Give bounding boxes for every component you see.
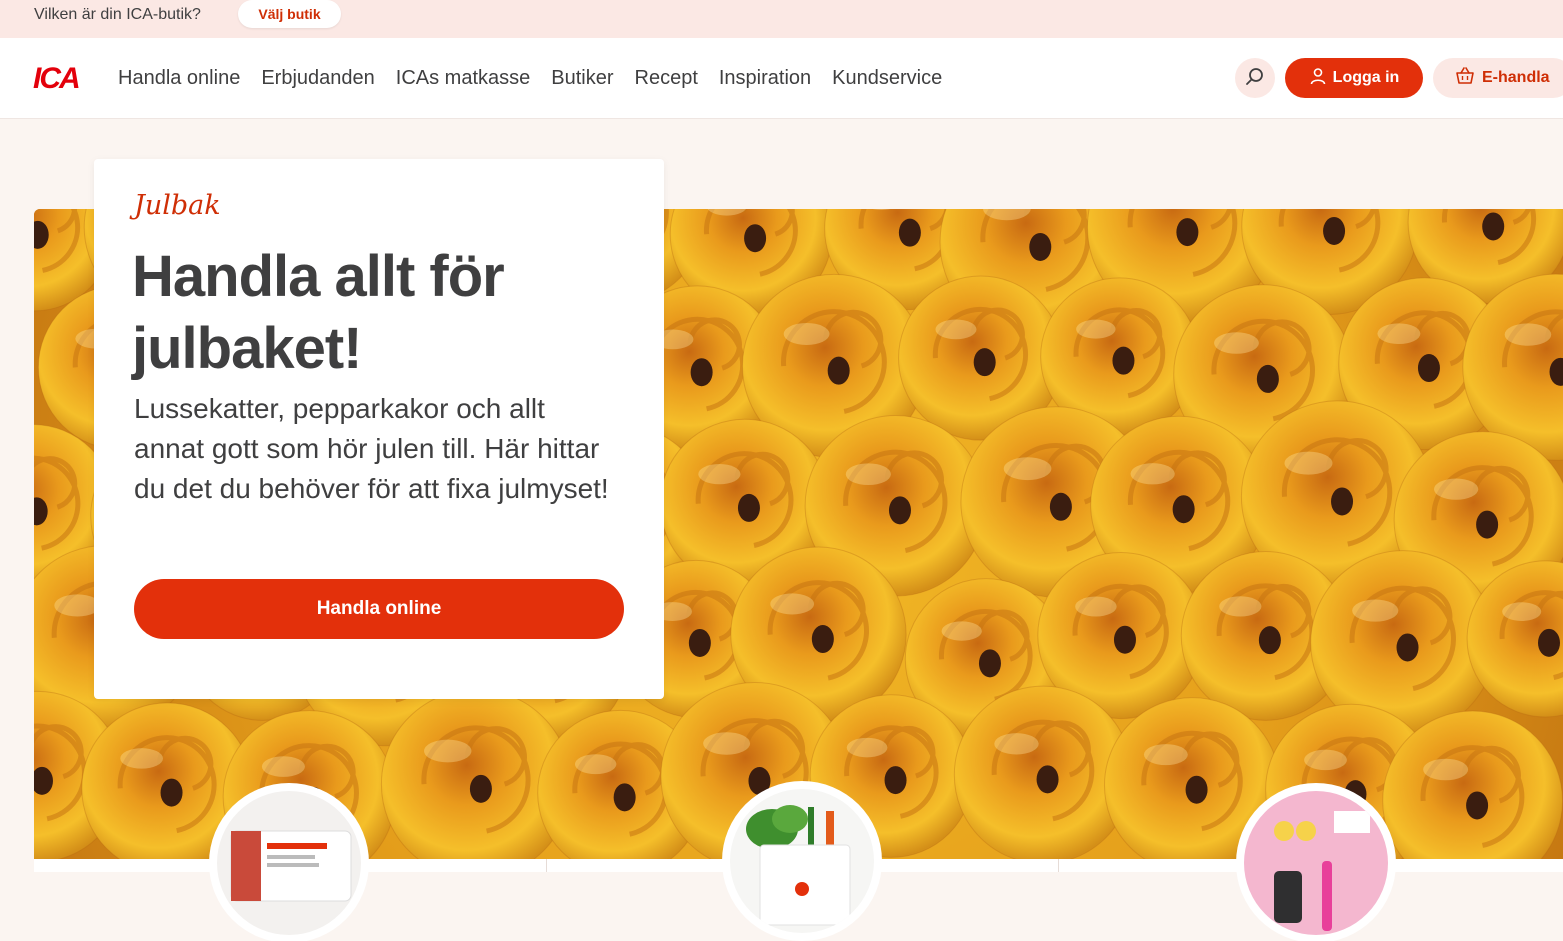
grocery-bag-thumb[interactable]: [724, 783, 880, 939]
nav-icas-matkasse[interactable]: ICAs matkasse: [396, 66, 530, 90]
site-header: ICA Handla online Erbjudanden ICAs matka…: [0, 38, 1563, 119]
nav-erbjudanden[interactable]: Erbjudanden: [261, 66, 374, 90]
nav-handla-online[interactable]: Handla online: [118, 66, 240, 90]
ehandla-label: E-handla: [1482, 69, 1550, 86]
hero-title: Handla allt för julbaket!: [132, 244, 505, 381]
delivery-van-thumb[interactable]: [211, 785, 367, 941]
hero-eyebrow: Julbak: [134, 190, 221, 221]
search-button[interactable]: [1235, 58, 1275, 98]
login-label: Logga in: [1332, 69, 1400, 86]
ehandla-button[interactable]: E-handla: [1433, 58, 1563, 98]
select-store-button[interactable]: Välj butik: [238, 0, 341, 28]
products-image: [1244, 791, 1388, 935]
nav-inspiration[interactable]: Inspiration: [719, 66, 811, 90]
handla-online-button[interactable]: Handla online: [134, 579, 624, 639]
main-nav: Handla online Erbjudanden ICAs matkasse …: [118, 66, 963, 90]
nav-butiker[interactable]: Butiker: [551, 66, 613, 90]
strip-divider: [546, 859, 547, 872]
strip-divider: [1058, 859, 1059, 872]
user-icon: [1309, 67, 1327, 90]
hero-card: Julbak Handla allt för julbaket! Lusseka…: [94, 159, 664, 699]
login-button[interactable]: Logga in: [1285, 58, 1423, 98]
basket-icon: [1455, 66, 1475, 90]
grocery-bag-image: [730, 789, 874, 933]
delivery-van-image: [217, 791, 361, 935]
store-selector-bar: Vilken är din ICA-butik? Välj butik: [0, 0, 1563, 38]
nav-recept[interactable]: Recept: [635, 66, 698, 90]
hero-body: Lussekatter, pepparkakor och allt annat …: [134, 393, 609, 504]
ica-logo[interactable]: ICA: [33, 64, 81, 94]
store-question: Vilken är din ICA-butik?: [34, 6, 201, 23]
products-thumb[interactable]: [1238, 785, 1394, 941]
search-icon: [1245, 67, 1265, 90]
nav-kundservice[interactable]: Kundservice: [832, 66, 942, 90]
